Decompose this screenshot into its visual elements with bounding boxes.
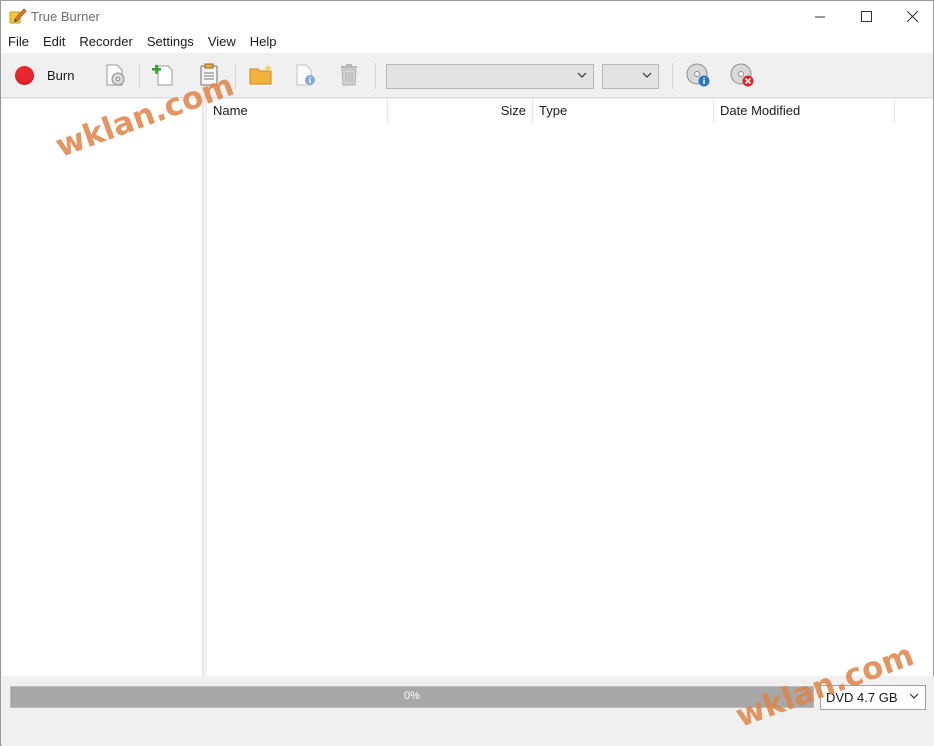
column-header-date-modified[interactable]: Date Modified (714, 99, 895, 123)
disc-info-icon (686, 63, 710, 87)
menu-file[interactable]: File (1, 31, 36, 53)
toolbar-separator (235, 63, 236, 89)
disc-image-button[interactable] (101, 61, 129, 89)
menu-edit[interactable]: Edit (36, 31, 72, 53)
folder-tree-pane[interactable] (2, 99, 202, 676)
burn-record-icon (15, 65, 34, 85)
file-properties-button[interactable] (291, 61, 319, 89)
window-title: True Burner (31, 9, 100, 24)
progress-text: 0% (404, 690, 420, 702)
minimize-icon (814, 16, 825, 17)
menu-recorder[interactable]: Recorder (72, 31, 139, 53)
speed-select[interactable] (602, 64, 659, 89)
app-logo-icon (9, 8, 27, 24)
trash-icon (341, 64, 357, 86)
chevron-down-icon (642, 72, 652, 78)
recorder-select[interactable] (386, 64, 594, 89)
delete-button[interactable] (335, 61, 363, 89)
new-folder-button[interactable] (246, 61, 276, 89)
menu-view[interactable]: View (201, 31, 243, 53)
burn-label: Burn (47, 67, 75, 83)
toolbar-separator (139, 63, 140, 89)
new-folder-icon (249, 64, 272, 85)
column-header-size[interactable]: Size (388, 99, 533, 123)
maximize-icon (860, 10, 872, 22)
menu-help[interactable]: Help (243, 31, 284, 53)
toolbar-separator (672, 63, 673, 89)
chevron-down-icon (577, 72, 587, 78)
file-list-pane[interactable]: Name Size Type Date Modified (207, 99, 933, 676)
app-window: True Burner File Edit Recorder Settings … (0, 0, 934, 746)
disc-info-button[interactable] (684, 61, 712, 89)
toolbar-separator (375, 63, 376, 89)
close-button[interactable] (889, 1, 934, 31)
file-info-icon (296, 64, 315, 86)
chevron-down-icon (909, 693, 919, 699)
menu-bar: File Edit Recorder Settings View Help (1, 31, 933, 53)
title-bar: True Burner (1, 1, 933, 31)
disc-erase-icon (730, 63, 754, 87)
capacity-progress-bar: 0% (10, 686, 814, 708)
add-file-button[interactable] (149, 61, 177, 89)
minimize-button[interactable] (797, 1, 843, 31)
burn-button[interactable]: Burn (9, 61, 89, 89)
toolbar: Burn (1, 53, 933, 98)
column-header-type[interactable]: Type (533, 99, 714, 123)
maximize-button[interactable] (843, 1, 889, 31)
add-file-icon (152, 64, 173, 86)
disc-doc-icon (106, 64, 125, 86)
erase-disc-button[interactable] (728, 61, 756, 89)
close-icon (906, 10, 918, 22)
menu-settings[interactable]: Settings (140, 31, 201, 53)
